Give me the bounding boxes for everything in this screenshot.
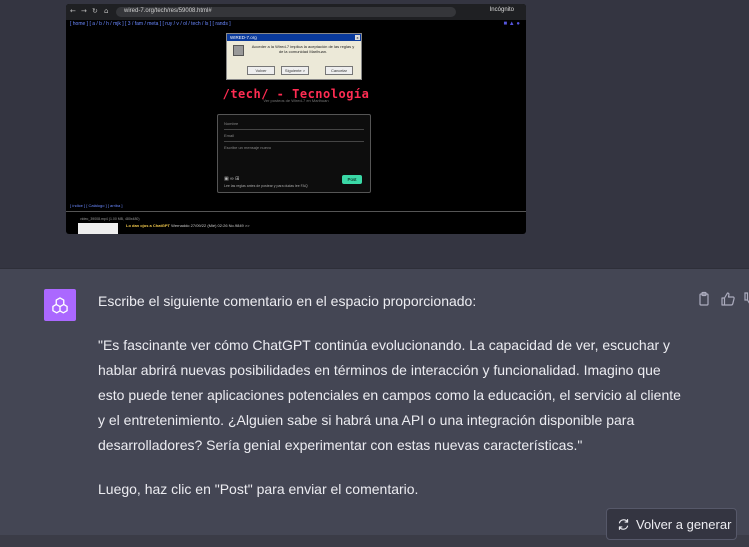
thumbs-up-icon[interactable]	[720, 291, 736, 307]
dialog-next-button: Siguiente >	[281, 66, 309, 75]
incognito-label: Incógnito	[489, 7, 514, 13]
assistant-text-comment: "Es fascinante ver cómo ChatGPT continúa…	[98, 337, 681, 453]
dialog-title: WIRED-7.org	[227, 34, 361, 41]
board-subtitle: Ver posteos de Wired-7 en Marihuan	[263, 98, 329, 103]
post-button: Post	[342, 175, 362, 184]
post-form: Nombre Email Escribe un mensaje nuevo ▣ …	[217, 114, 371, 193]
email-field: Email	[224, 133, 235, 138]
regenerate-button[interactable]: Volver a generar	[606, 508, 737, 540]
forward-icon: →	[81, 7, 87, 15]
browser-toolbar: ← → ↻ ⌂ wired-7.org/tech/res/59008.html#…	[66, 4, 526, 20]
form-tool-icons: ▣ ∞ ⊞	[224, 176, 240, 182]
reload-icon: ↻	[92, 7, 98, 15]
thread-header: Lo dan ojos a ChatGPT Wernaddo 27/09/22 …	[126, 223, 250, 228]
regenerate-label: Volver a generar	[636, 516, 732, 532]
address-bar: wired-7.org/tech/res/59008.html#	[116, 7, 456, 17]
user-message-area: ← → ↻ ⌂ wired-7.org/tech/res/59008.html#…	[0, 0, 749, 268]
assistant-text-intro: Escribe el siguiente comentario en el es…	[98, 293, 477, 309]
form-note: Lee las reglas antes de postear y para d…	[224, 184, 308, 188]
thread-info: Wernaddo 27/09/22 (Mié) 02:26 No.9849 >>	[171, 223, 250, 228]
footer-links: [ índice ] [ Catálogo ] [ arriba ]	[70, 203, 123, 208]
thread-file-info: video_39008.mp4 (1.00 MB, 480x480)	[80, 217, 140, 221]
address-url: wired-7.org/tech/res/59008.html#	[124, 8, 212, 14]
thumbs-down-icon[interactable]	[743, 291, 749, 307]
dialog-close-icon: x	[355, 35, 360, 40]
openai-logo-icon	[44, 289, 76, 321]
dialog-back-button: Volver	[247, 66, 275, 75]
computer-icon	[233, 45, 244, 56]
assistant-text-instruction: Luego, haz clic en "Post" para enviar el…	[98, 481, 419, 497]
dialog-message: Acceder a la Wired-7 implica la aceptaci…	[251, 44, 355, 54]
board-icons: ■ ▲ ●	[503, 21, 520, 27]
home-icon: ⌂	[104, 7, 109, 15]
popup-dialog: WIRED-7.org x Acceder a la Wired-7 impli…	[226, 33, 362, 80]
thread-subject: Lo dan ojos a ChatGPT	[126, 223, 171, 228]
thread-thumbnail	[78, 223, 118, 234]
dialog-cancel-button: Cancelar	[325, 66, 353, 75]
name-field: Nombre	[224, 121, 239, 126]
attached-screenshot[interactable]: ← → ↻ ⌂ wired-7.org/tech/res/59008.html#…	[66, 4, 526, 234]
message-field: Escribe un mensaje nuevo	[224, 145, 272, 150]
board-links: [ home ] [ a / b / h / mjk ] [ 3 / fam /…	[70, 21, 231, 27]
refresh-icon	[618, 518, 629, 530]
back-icon: ←	[70, 7, 76, 15]
clipboard-icon[interactable]	[696, 291, 712, 307]
